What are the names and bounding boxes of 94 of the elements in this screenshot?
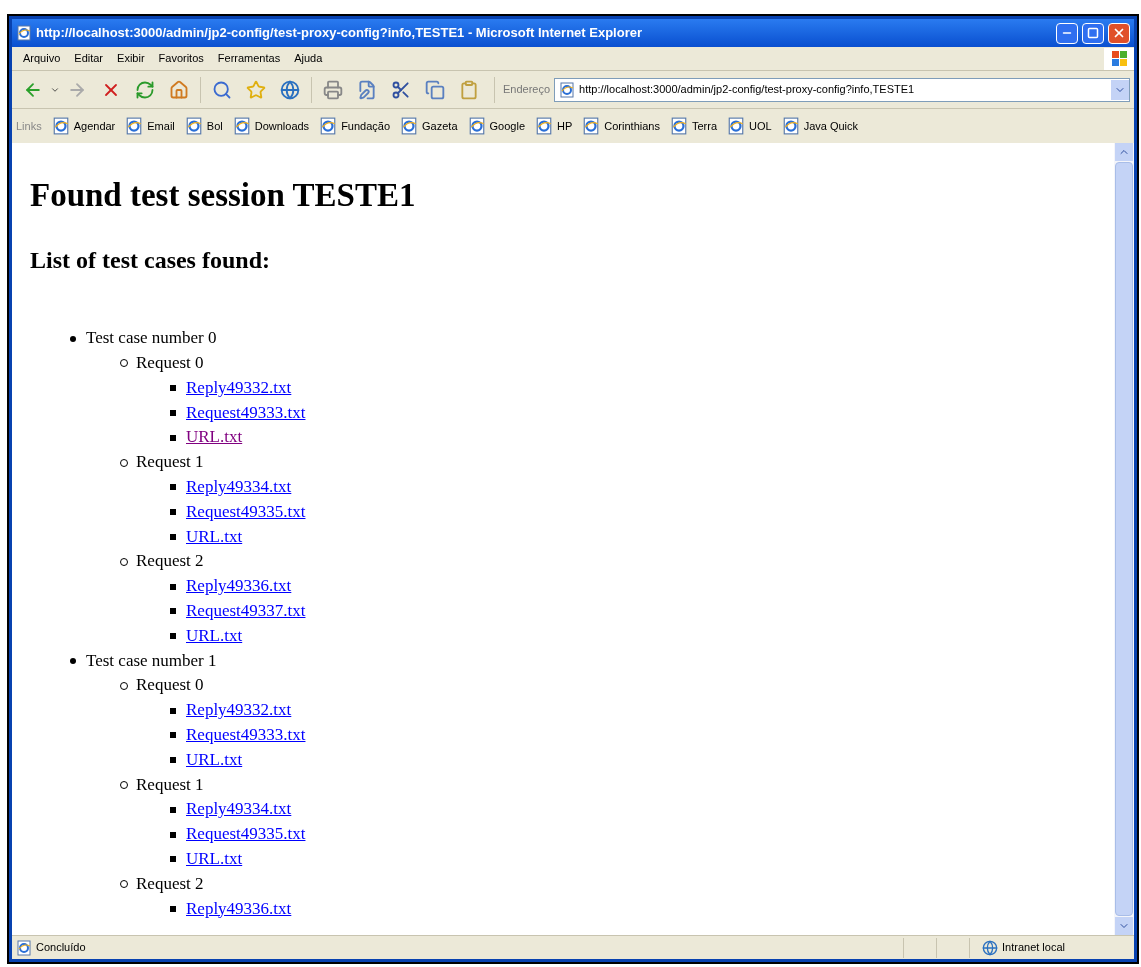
square-bullet-icon: [170, 757, 176, 764]
scroll-up-button[interactable]: [1115, 143, 1133, 161]
status-text: Concluído: [36, 940, 87, 956]
link-button[interactable]: Java Quick: [781, 117, 859, 135]
square-bullet-icon: [170, 410, 176, 417]
file-link[interactable]: Request49333.txt: [186, 400, 306, 426]
file-link[interactable]: URL.txt: [186, 747, 243, 773]
page-icon: [125, 117, 144, 135]
file-link[interactable]: Reply49332.txt: [186, 698, 292, 723]
window-title: http://localhost:3000/admin/jp2-config/test-proxy-config?info,TESTE1 - Microsoft Internet Explorer: [36, 24, 643, 43]
link-button[interactable]: Email: [125, 117, 175, 135]
address-value: http://localhost:3000/admin/jp2-config/test-proxy-config?info,TESTE1: [579, 82, 916, 98]
maximize-icon: [1087, 27, 1099, 39]
square-bullet-icon: [170, 534, 176, 540]
page-heading: Found test session TESTE1: [30, 176, 417, 215]
request-label: Request 0: [136, 352, 204, 375]
page-icon: [319, 117, 338, 135]
square-bullet-icon: [170, 856, 176, 863]
link-button[interactable]: Agendar: [51, 117, 116, 135]
close-button[interactable]: [1108, 22, 1130, 44]
page-icon: [535, 117, 553, 135]
page-icon: [16, 939, 32, 956]
link-button[interactable]: Corinthians: [582, 117, 660, 135]
square-bullet-icon: [170, 583, 176, 590]
windows-logo-icon: [1104, 47, 1134, 70]
menu-item[interactable]: Editar: [67, 50, 111, 67]
file-link[interactable]: Request49333.txt: [186, 723, 306, 748]
bullet-icon: [70, 658, 76, 664]
file-link[interactable]: URL.txt: [186, 524, 243, 550]
square-bullet-icon: [170, 484, 176, 491]
square-bullet-icon: [170, 633, 176, 640]
request-label: Request 1: [136, 451, 204, 474]
square-bullet-icon: [170, 707, 176, 714]
menu-item[interactable]: Favoritos: [151, 50, 211, 67]
network-icon: [982, 939, 998, 956]
test-case-label: Test case number 0: [86, 327, 217, 350]
file-link[interactable]: URL.txt: [186, 623, 243, 649]
square-bullet-icon: [170, 509, 176, 516]
dropdown-button[interactable]: [1111, 79, 1129, 100]
link-button[interactable]: Gazeta: [400, 117, 458, 135]
file-link[interactable]: Request49335.txt: [186, 499, 306, 525]
page-icon: [582, 117, 601, 135]
close-icon: [1112, 26, 1126, 40]
request-label: Request 1: [136, 773, 204, 796]
page-icon: [400, 117, 419, 135]
menu-item[interactable]: Ferramentas: [210, 50, 288, 67]
page-icon: [51, 117, 70, 135]
page-icon: [467, 117, 486, 135]
link-button[interactable]: Downloads: [232, 117, 310, 135]
file-link[interactable]: Reply49336.txt: [186, 574, 292, 599]
menu-item[interactable]: Exibir: [110, 50, 152, 67]
request-label: Request 0: [136, 674, 204, 697]
file-link[interactable]: URL.txt: [186, 847, 243, 872]
file-link[interactable]: URL.txt: [186, 425, 243, 451]
links-label: Links: [16, 118, 42, 134]
square-bullet-icon: [170, 831, 176, 838]
test-case-label: Test case number 1: [86, 649, 217, 672]
page-icon: [727, 117, 745, 135]
link-button[interactable]: Terra: [669, 117, 717, 135]
menu-item[interactable]: Ajuda: [287, 50, 330, 67]
file-link[interactable]: Reply49334.txt: [186, 475, 292, 500]
window-icon: [16, 25, 32, 41]
link-button[interactable]: Fundação: [319, 117, 391, 135]
zone-text: Intranet local: [1002, 940, 1065, 956]
file-link[interactable]: Request49335.txt: [186, 822, 306, 847]
file-link[interactable]: Reply49336.txt: [186, 896, 292, 922]
request-label: Request 2: [136, 872, 204, 895]
square-bullet-icon: [170, 806, 176, 813]
link-button[interactable]: Bol: [184, 117, 223, 135]
address-label: Endereço: [503, 82, 551, 98]
file-link[interactable]: Reply49332.txt: [186, 375, 292, 401]
page-icon: [669, 117, 688, 135]
square-bullet-icon: [170, 608, 176, 615]
square-bullet-icon: [170, 905, 176, 912]
square-bullet-icon: [170, 385, 176, 392]
page-icon: [559, 81, 576, 98]
link-button[interactable]: UOL: [727, 117, 772, 135]
maximize-button[interactable]: [1082, 22, 1104, 44]
file-link[interactable]: Request49337.txt: [186, 599, 306, 624]
page-subheading: List of test cases found:: [30, 246, 271, 276]
page-icon: [232, 117, 251, 135]
scroll-down-button[interactable]: [1115, 917, 1133, 935]
page-icon: [781, 117, 800, 135]
request-label: Request 2: [136, 550, 204, 573]
file-link[interactable]: Reply49334.txt: [186, 797, 292, 823]
link-button[interactable]: Google: [467, 117, 525, 135]
page-icon: [184, 117, 203, 135]
menu-item[interactable]: Arquivo: [16, 50, 68, 67]
square-bullet-icon: [170, 434, 176, 441]
minimize-button[interactable]: [1056, 22, 1078, 44]
link-button[interactable]: HP: [535, 117, 573, 135]
bullet-icon: [70, 335, 76, 342]
square-bullet-icon: [170, 732, 176, 739]
address-field[interactable]: http://localhost:3000/admin/jp2-config/test-proxy-config?info,TESTE1: [554, 77, 1130, 102]
